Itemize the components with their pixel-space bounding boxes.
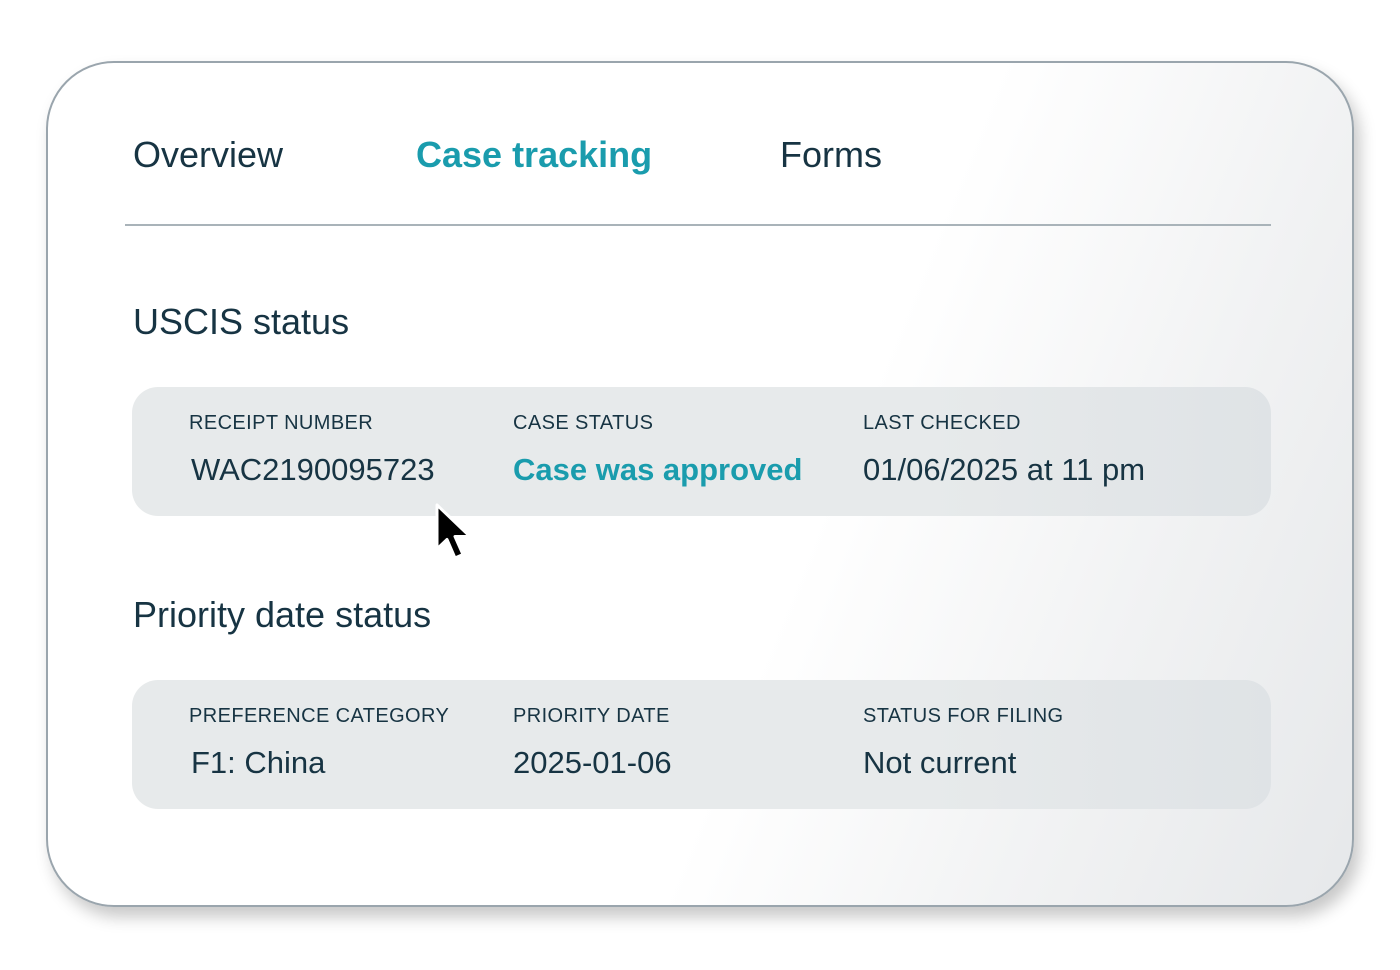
- tab-case-tracking[interactable]: Case tracking: [416, 134, 652, 176]
- case-card: Overview Case tracking Forms USCIS statu…: [46, 61, 1354, 907]
- priority-date-status-heading: Priority date status: [133, 594, 432, 635]
- mouse-pointer-icon: [435, 503, 472, 560]
- receipt-number-field: RECEIPT NUMBER WAC2190095723: [189, 411, 435, 488]
- priority-date-status-panel: PREFERENCE CATEGORY F1: China PRIORITY D…: [132, 680, 1271, 809]
- last-checked-value: 01/06/2025 at 11 pm: [863, 452, 1146, 487]
- priority-date-label: PRIORITY DATE: [513, 705, 670, 727]
- preference-category-value: F1: China: [191, 745, 326, 780]
- status-for-filing-label: STATUS FOR FILING: [863, 705, 1064, 727]
- last-checked-label: LAST CHECKED: [863, 412, 1021, 434]
- status-for-filing-value: Not current: [863, 745, 1017, 780]
- uscis-status-panel: RECEIPT NUMBER WAC2190095723 CASE STATUS…: [132, 387, 1271, 516]
- preference-category-field: PREFERENCE CATEGORY F1: China: [189, 704, 449, 781]
- priority-date-value: 2025-01-06: [513, 745, 672, 780]
- case-status-field: CASE STATUS Case was approved: [513, 411, 802, 488]
- preference-category-label: PREFERENCE CATEGORY: [189, 705, 450, 727]
- case-status-label: CASE STATUS: [513, 412, 654, 434]
- receipt-number-value[interactable]: WAC2190095723: [191, 452, 435, 488]
- tab-divider: [125, 224, 1271, 226]
- receipt-number-label: RECEIPT NUMBER: [189, 412, 374, 434]
- priority-date-field: PRIORITY DATE 2025-01-06: [513, 704, 672, 781]
- status-for-filing-field: STATUS FOR FILING Not current: [863, 704, 1064, 781]
- tab-overview[interactable]: Overview: [133, 134, 283, 176]
- case-status-value: Case was approved: [513, 452, 803, 487]
- last-checked-field: LAST CHECKED 01/06/2025 at 11 pm: [863, 411, 1145, 488]
- uscis-status-heading: USCIS status: [133, 301, 350, 342]
- tab-forms[interactable]: Forms: [780, 134, 882, 176]
